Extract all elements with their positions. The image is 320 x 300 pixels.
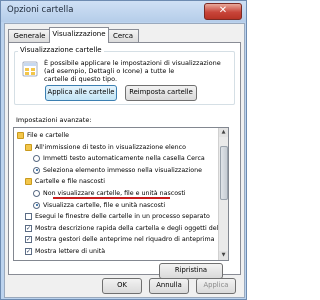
red-highlight-underline xyxy=(53,197,170,199)
tab-cerca[interactable]: Cerca xyxy=(107,29,139,42)
checkbox-empty-icon[interactable] xyxy=(25,213,32,221)
settings-item-label: Mostra lettere di unità xyxy=(35,248,106,255)
settings-item-label: Seleziona elemento immesso nella visuali… xyxy=(43,166,202,174)
radio-empty-icon[interactable] xyxy=(33,155,40,163)
scroll-thumb[interactable] xyxy=(220,146,228,200)
reset-folders-button[interactable]: Reimposta cartelle xyxy=(125,85,197,101)
dialog-client: Generale Visualizzazione Cerca Visualizz… xyxy=(4,23,245,298)
tab-visualizzazione[interactable]: Visualizzazione xyxy=(49,27,109,43)
checkbox-checked-icon[interactable]: ✓ xyxy=(25,224,32,232)
settings-item-label: Esegui le finestre delle cartelle in un … xyxy=(35,213,210,221)
settings-item-label: Visualizza cartelle, file e unità nascos… xyxy=(43,201,166,209)
folder-view-icon xyxy=(21,60,39,78)
settings-item-label: Mostra descrizione rapida della cartella… xyxy=(35,224,219,232)
checkbox-checked-icon[interactable]: ✓ xyxy=(25,248,32,255)
ok-button[interactable]: OK xyxy=(102,278,142,294)
group-folder-view-label: Visualizzazione cartelle xyxy=(18,46,104,54)
folder-icon xyxy=(17,132,24,139)
folder-icon xyxy=(25,143,32,151)
close-button[interactable]: ✕ xyxy=(204,3,242,20)
title-bar[interactable]: Opzioni cartella ✕ xyxy=(1,1,246,22)
folder-view-desc-2: (ad esempio, Dettagli o Icone) a tutte l… xyxy=(44,67,175,75)
settings-item-label: Mostra gestori delle anteprime nel riqua… xyxy=(35,236,215,244)
settings-item-label: Immetti testo automaticamente nella case… xyxy=(43,155,205,163)
radio-selected-icon[interactable] xyxy=(33,201,40,209)
folder-icon xyxy=(25,178,32,186)
settings-item-label: Cartelle e file nascosti xyxy=(35,178,105,186)
window-title: Opzioni cartella xyxy=(7,5,74,15)
group-folder-view: Visualizzazione cartelle È possibile app… xyxy=(14,46,235,105)
settings-item-label: File e cartelle xyxy=(27,132,70,139)
tab-generale[interactable]: Generale xyxy=(8,29,51,42)
tab-panel: Visualizzazione cartelle È possibile app… xyxy=(8,42,241,279)
folder-view-desc-1: È possibile applicare le impostazioni di… xyxy=(44,59,221,67)
scroll-up-icon[interactable]: ▲ xyxy=(219,128,228,137)
vertical-scrollbar[interactable]: ▲ ▼ xyxy=(218,128,228,260)
apply-to-folders-button[interactable]: Applica alle cartelle xyxy=(45,85,117,101)
restore-defaults-button[interactable]: Ripristina xyxy=(159,263,223,279)
checkbox-checked-icon[interactable]: ✓ xyxy=(25,236,32,244)
cancel-button[interactable]: Annulla xyxy=(149,278,189,294)
advanced-settings-label: Impostazioni avanzate: xyxy=(16,116,92,124)
apply-button[interactable]: Applica xyxy=(196,278,236,294)
scroll-down-icon[interactable]: ▼ xyxy=(219,251,228,260)
advanced-settings-list[interactable]: File e cartelle All'immissione di testo i… xyxy=(13,127,229,261)
dialog-window: Opzioni cartella ✕ Generale Visualizzazi… xyxy=(0,0,247,300)
radio-empty-icon[interactable] xyxy=(33,190,40,197)
settings-item-label: All'immissione di testo in visualizzazio… xyxy=(35,143,186,151)
folder-view-desc-3: cartelle di questo tipo. xyxy=(44,75,118,83)
radio-selected-icon[interactable] xyxy=(33,166,40,174)
